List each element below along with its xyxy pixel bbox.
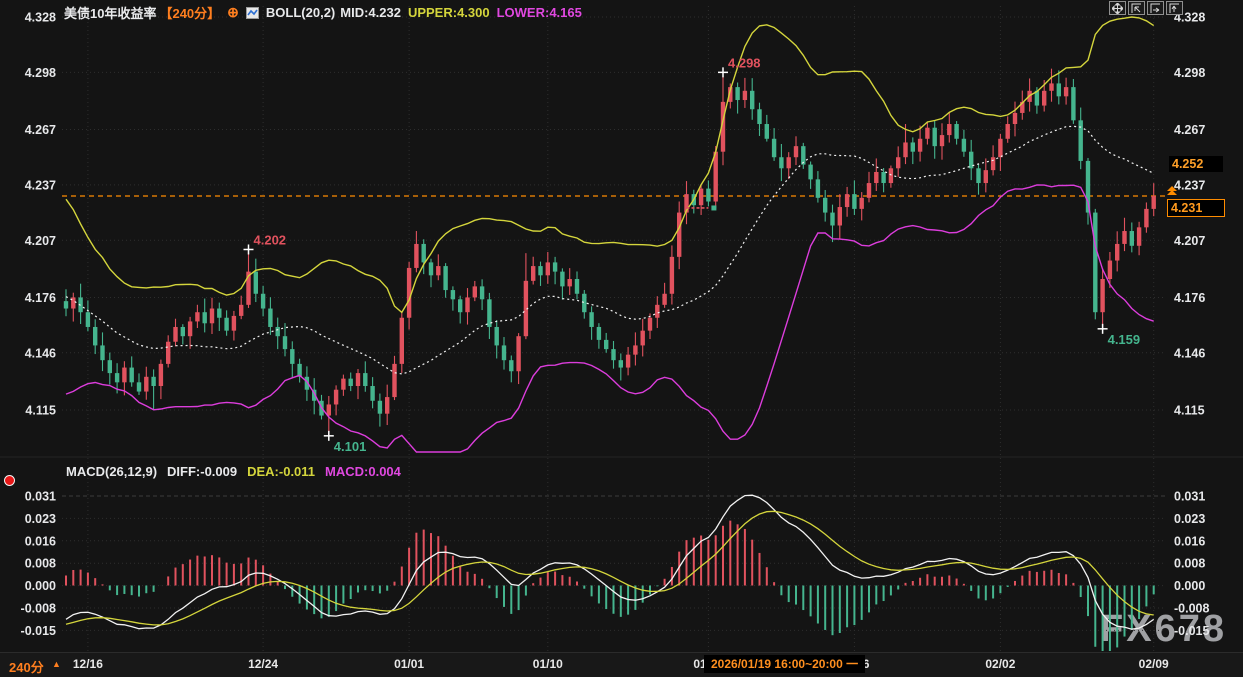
macd-axis-label-right: 0.016 (1174, 534, 1205, 548)
price-axis-label-left: 4.176 (25, 291, 56, 305)
bollinger-layer (66, 17, 1154, 452)
boll-upper-value: UPPER:4.300 (408, 5, 490, 20)
grid-layer (0, 6, 1243, 651)
macd-axis-label-right: -0.015 (1174, 624, 1209, 638)
macd-axis-label-left: 0.016 (25, 534, 56, 548)
price-axis-label-left: 4.298 (25, 66, 56, 80)
macd-axis-label-left: -0.008 (21, 602, 56, 616)
price-axis-label-left: 4.115 (25, 403, 56, 417)
chart-header: 美债10年收益率 【240分】 ⊕ BOLL(20,2) MID:4.232 U… (64, 3, 582, 22)
chart-canvas[interactable]: 4.2024.1014.2984.1594.3284.3284.2984.298… (0, 0, 1243, 652)
macd-diff-value: DIFF:-0.009 (167, 464, 237, 479)
macd-axis-label-left: 0.000 (25, 579, 56, 593)
boll-mid-value: MID:4.232 (340, 5, 401, 20)
boll-lower-line (66, 185, 1154, 452)
time-axis-label: 02/02 (970, 657, 1030, 671)
chart-window: FX678 4.2024.1014.2984.1594.3284.3284.29… (0, 0, 1243, 677)
price-axis-label-right: 4.267 (1174, 123, 1205, 137)
period-badge[interactable]: 240分 (9, 657, 44, 676)
macd-header: MACD(26,12,9) DIFF:-0.009 DEA:-0.011 MAC… (66, 464, 401, 479)
price-axis-label-left: 4.207 (25, 234, 56, 248)
price-arrow-icon (1167, 186, 1177, 194)
time-axis-label: 01/01 (379, 657, 439, 671)
macd-axis-label-right: 0.031 (1174, 490, 1205, 504)
macd-diff-line (66, 495, 1154, 629)
macd-axis-label-left: 0.023 (25, 512, 56, 526)
pan-up-icon[interactable] (1166, 1, 1183, 15)
price-axis-label-left: 4.146 (25, 346, 56, 360)
time-axis-bar: 240分 ▲ 12/1612/2401/0101/1001/1901/2602/… (0, 652, 1243, 677)
alert-price-label: 4.252 (1169, 156, 1223, 172)
zoom-corner-icon[interactable] (1128, 1, 1145, 15)
time-axis-label: 02/09 (1124, 657, 1184, 671)
time-axis-label: 01/10 (518, 657, 578, 671)
macd-axis-label-right: -0.008 (1174, 602, 1209, 616)
macd-axis-label-left: 0.008 (25, 557, 56, 571)
price-axis-label-left: 4.237 (25, 178, 56, 192)
axis-layer: 4.3284.3284.2984.2984.2674.2674.2374.237… (21, 11, 1210, 638)
symbol-title: 美债10年收益率 (64, 3, 156, 22)
price-axis-label-left: 4.328 (25, 11, 56, 25)
crosshair-date-tooltip: 2026/01/19 16:00~20:00 一 (704, 655, 865, 673)
price-axis-label-right: 4.146 (1174, 346, 1205, 360)
pan-right-icon[interactable] (1147, 1, 1164, 15)
chart-toolbar (1109, 1, 1183, 15)
macd-axis-label-left: -0.015 (21, 624, 56, 638)
swing-price-label: 4.298 (728, 55, 761, 70)
move-tool-icon[interactable] (1109, 1, 1126, 15)
price-axis-label-right: 4.207 (1174, 234, 1205, 248)
boll-upper-line (66, 17, 1154, 312)
boll-indicator-label: BOLL(20,2) (266, 5, 335, 20)
macd-axis-label-right: 0.023 (1174, 512, 1205, 526)
macd-axis-label-left: 0.031 (25, 490, 56, 504)
time-axis-label: 12/16 (58, 657, 118, 671)
indicator-chart-icon[interactable] (246, 7, 259, 19)
price-axis-label-right: 4.237 (1174, 178, 1205, 192)
time-axis-label: 12/24 (233, 657, 293, 671)
boll-mid-line (66, 126, 1154, 374)
macd-value: MACD:0.004 (325, 464, 401, 479)
add-indicator-icon[interactable]: ⊕ (227, 6, 239, 19)
boll-lower-value: LOWER:4.165 (497, 5, 582, 20)
price-axis-label-right: 4.176 (1174, 291, 1205, 305)
swing-price-label: 4.159 (1108, 332, 1141, 347)
swing-price-label: 4.101 (334, 439, 367, 454)
macd-axis-label-right: 0.000 (1174, 579, 1205, 593)
trade-marker-dot (711, 205, 716, 210)
price-axis-label-right: 4.298 (1174, 66, 1205, 80)
macd-axis-label-right: 0.008 (1174, 557, 1205, 571)
alert-record-icon[interactable] (4, 475, 15, 486)
period-label[interactable]: 【240分】 (159, 3, 220, 22)
price-axis-label-left: 4.267 (25, 123, 56, 137)
macd-dea-value: DEA:-0.011 (247, 464, 315, 479)
candles-layer (64, 69, 1156, 436)
macd-indicator-label: MACD(26,12,9) (66, 464, 157, 479)
swing-price-label: 4.202 (254, 232, 287, 247)
last-price-label: 4.231 (1167, 199, 1225, 217)
price-axis-label-right: 4.115 (1174, 403, 1205, 417)
